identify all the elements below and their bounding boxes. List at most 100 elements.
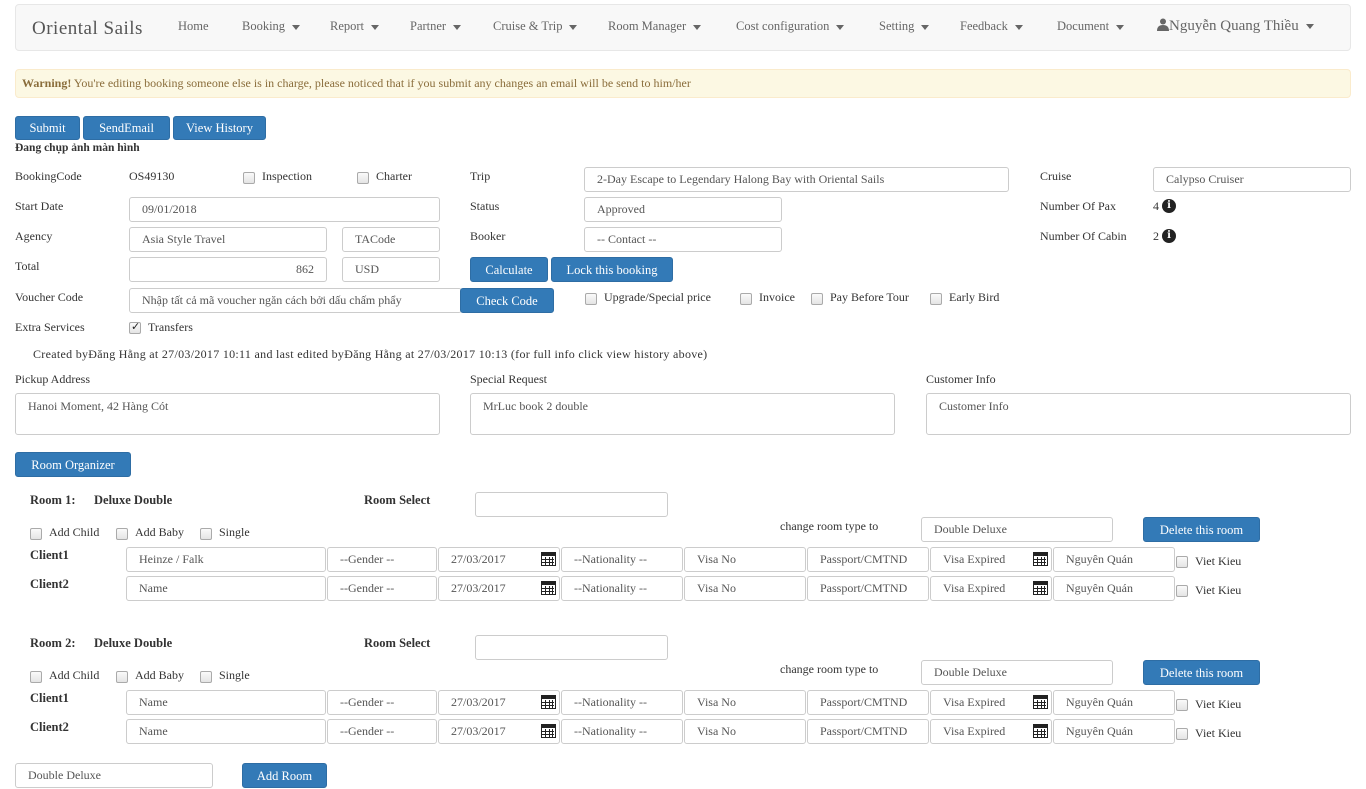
agency-input[interactable]: Asia Style Travel — [129, 227, 327, 252]
brand-logo[interactable]: Oriental Sails — [32, 18, 143, 40]
calendar-icon[interactable] — [541, 552, 556, 566]
trip-select[interactable]: 2-Day Escape to Legendary Halong Bay wit… — [584, 167, 1009, 192]
single-checkbox[interactable] — [200, 671, 212, 683]
room-select-label: Room Select — [364, 636, 431, 650]
pickup-address-textarea[interactable]: Hanoi Moment, 42 Hàng Cót — [15, 393, 440, 435]
view-history-button[interactable]: View History — [173, 116, 266, 140]
info-icon[interactable]: i — [1162, 199, 1176, 213]
nav-feedback[interactable]: Feedback — [960, 19, 1023, 34]
start-date-input[interactable]: 09/01/2018 — [129, 197, 440, 222]
client-passport-input[interactable]: Passport/CMTND — [807, 547, 929, 572]
nav-document[interactable]: Document — [1057, 19, 1125, 34]
viet-kieu-checkbox[interactable] — [1176, 699, 1188, 711]
delete-room-button[interactable]: Delete this room — [1143, 517, 1260, 542]
client-visa-no-input[interactable]: Visa No — [684, 719, 806, 744]
delete-room-button[interactable]: Delete this room — [1143, 660, 1260, 685]
client-visa-no-input[interactable]: Visa No — [684, 690, 806, 715]
client-hometown-input[interactable]: Nguyên Quán — [1053, 547, 1175, 572]
viet-kieu-checkbox[interactable] — [1176, 728, 1188, 740]
customer-info-textarea[interactable]: Customer Info — [926, 393, 1351, 435]
caret-down-icon — [921, 24, 930, 30]
add-child-label: Add Child — [49, 525, 100, 539]
change-room-type-select[interactable]: Double Deluxe — [921, 517, 1113, 542]
add-baby-checkbox[interactable] — [116, 528, 128, 540]
charter-checkbox[interactable] — [357, 172, 369, 184]
client-gender-select[interactable]: --Gender -- — [327, 547, 437, 572]
nav-user-menu[interactable]: Nguyễn Quang Thiều — [1157, 18, 1314, 35]
client-name-input[interactable]: Name — [126, 690, 326, 715]
calendar-icon[interactable] — [1033, 724, 1048, 738]
nav-cruise-trip[interactable]: Cruise & Trip — [493, 19, 578, 34]
total-input[interactable]: 862 — [129, 257, 327, 282]
add-child-checkbox[interactable] — [30, 671, 42, 683]
nav-booking[interactable]: Booking — [242, 19, 301, 34]
nav-room-manager[interactable]: Room Manager — [608, 19, 702, 34]
add-room-button[interactable]: Add Room — [242, 763, 327, 788]
client-name-input[interactable]: Name — [126, 719, 326, 744]
viet-kieu-checkbox[interactable] — [1176, 556, 1188, 568]
calendar-icon[interactable] — [1033, 695, 1048, 709]
single-checkbox[interactable] — [200, 528, 212, 540]
client-gender-select[interactable]: --Gender -- — [327, 576, 437, 601]
send-email-button[interactable]: SendEmail — [83, 116, 170, 140]
pax-label: Number Of Pax — [1040, 199, 1116, 213]
add-child-checkbox[interactable] — [30, 528, 42, 540]
client-passport-input[interactable]: Passport/CMTND — [807, 690, 929, 715]
upgrade-special-price-checkbox[interactable] — [585, 293, 597, 305]
add-baby-checkbox[interactable] — [116, 671, 128, 683]
client-visa-no-input[interactable]: Visa No — [684, 547, 806, 572]
viet-kieu-checkbox[interactable] — [1176, 585, 1188, 597]
client-gender-select[interactable]: --Gender -- — [327, 719, 437, 744]
special-request-textarea[interactable]: MrLuc book 2 double — [470, 393, 895, 435]
client-hometown-input[interactable]: Nguyên Quán — [1053, 719, 1175, 744]
invoice-checkbox[interactable] — [740, 293, 752, 305]
check-code-button[interactable]: Check Code — [460, 288, 554, 313]
charter-label: Charter — [376, 169, 412, 183]
calendar-icon[interactable] — [1033, 581, 1048, 595]
calendar-icon[interactable] — [541, 724, 556, 738]
calendar-icon[interactable] — [541, 695, 556, 709]
nav-report[interactable]: Report — [330, 19, 380, 34]
client-nationality-select[interactable]: --Nationality -- — [561, 690, 683, 715]
transfers-checkbox[interactable] — [129, 320, 141, 334]
submit-button[interactable]: Submit — [15, 116, 80, 140]
room-select-input[interactable] — [475, 492, 668, 517]
change-room-type-select[interactable]: Double Deluxe — [921, 660, 1113, 685]
client-hometown-input[interactable]: Nguyên Quán — [1053, 576, 1175, 601]
client-gender-select[interactable]: --Gender -- — [327, 690, 437, 715]
client-name-input[interactable]: Name — [126, 576, 326, 601]
room-title: Room 2: — [30, 636, 76, 650]
nav-home[interactable]: Home — [178, 19, 209, 34]
inspection-checkbox[interactable] — [243, 172, 255, 184]
add-room-type-select[interactable]: Double Deluxe — [15, 763, 213, 788]
client-visa-no-input[interactable]: Visa No — [684, 576, 806, 601]
nav-cost-configuration[interactable]: Cost configuration — [736, 19, 845, 34]
client-passport-input[interactable]: Passport/CMTND — [807, 719, 929, 744]
info-icon[interactable]: i — [1162, 229, 1176, 243]
early-bird-checkbox[interactable] — [930, 293, 942, 305]
nav-setting[interactable]: Setting — [879, 19, 930, 34]
client-passport-input[interactable]: Passport/CMTND — [807, 576, 929, 601]
booker-select[interactable]: -- Contact -- — [584, 227, 782, 252]
room-organizer-button[interactable]: Room Organizer — [15, 452, 131, 477]
calendar-icon[interactable] — [541, 581, 556, 595]
room-select-input[interactable] — [475, 635, 668, 660]
client-hometown-input[interactable]: Nguyên Quán — [1053, 690, 1175, 715]
cruise-select[interactable]: Calypso Cruiser — [1153, 167, 1351, 192]
nav-partner[interactable]: Partner — [410, 19, 462, 34]
client-nationality-select[interactable]: --Nationality -- — [561, 576, 683, 601]
lock-booking-button[interactable]: Lock this booking — [551, 257, 673, 282]
status-select[interactable]: Approved — [584, 197, 782, 222]
calculate-button[interactable]: Calculate — [470, 257, 548, 282]
client-label: Client1 — [30, 548, 69, 562]
client-nationality-select[interactable]: --Nationality -- — [561, 547, 683, 572]
calendar-icon[interactable] — [1033, 552, 1048, 566]
pay-before-tour-checkbox[interactable] — [811, 293, 823, 305]
tacode-input[interactable]: TACode — [342, 227, 440, 252]
client-nationality-select[interactable]: --Nationality -- — [561, 719, 683, 744]
client-name-input[interactable]: Heinze / Falk — [126, 547, 326, 572]
voucher-code-input[interactable]: Nhập tất cả mã voucher ngăn cách bởi dấu… — [129, 288, 462, 313]
booking-code-label: BookingCode — [15, 169, 82, 183]
caret-down-icon — [1116, 24, 1125, 30]
currency-select[interactable]: USD — [342, 257, 440, 282]
